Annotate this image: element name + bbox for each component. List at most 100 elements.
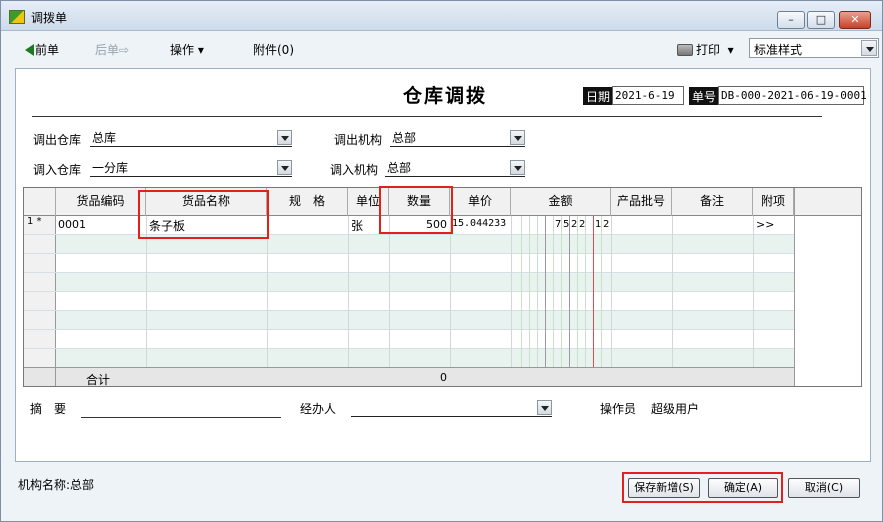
cancel-button[interactable]: 取消(C) xyxy=(788,478,860,498)
select-dropdown-button[interactable] xyxy=(861,40,877,56)
ok-button[interactable]: 确定(A) xyxy=(708,478,778,498)
attachments-button[interactable]: 附件(0) xyxy=(253,41,294,58)
chevron-down-icon xyxy=(281,166,289,171)
print-label: 打印 xyxy=(696,43,721,57)
in-org-combo[interactable]: 总部 xyxy=(385,159,525,177)
total-qty: 0 xyxy=(440,371,447,384)
arrow-right-icon: ⇨ xyxy=(119,43,130,57)
print-button[interactable]: 打印 ▾ xyxy=(677,41,734,58)
items-grid: 货品编码 货品名称 规 格 单位 数量 单价 金额 产品批号 备注 附项 1 * xyxy=(23,186,862,387)
form-title: 仓库调拨 xyxy=(403,85,488,107)
column-header-extra[interactable]: 附项 xyxy=(753,188,794,216)
table-row[interactable] xyxy=(24,273,794,292)
column-divider xyxy=(611,216,612,367)
out-org-value: 总部 xyxy=(392,131,417,145)
amount-digit-line xyxy=(553,216,554,386)
row-number xyxy=(24,292,56,310)
combo-dropdown-button[interactable] xyxy=(277,130,292,145)
handler-combo[interactable] xyxy=(351,399,552,417)
amount-digit-line xyxy=(529,216,530,386)
combo-dropdown-button[interactable] xyxy=(277,160,292,175)
column-header-code[interactable]: 货品编码 xyxy=(56,188,146,216)
combo-dropdown-button[interactable] xyxy=(537,400,552,415)
operations-menu[interactable]: 操作 ▾ xyxy=(170,41,204,58)
date-label: 日期 xyxy=(583,87,614,105)
cell-code[interactable]: 0001 xyxy=(58,218,86,231)
chevron-down-icon xyxy=(281,136,289,141)
print-style-value: 标准样式 xyxy=(754,43,803,57)
summary-label: 摘 要 xyxy=(30,402,67,416)
attachments-label: 附件(0) xyxy=(253,43,294,57)
next-label: 后单 xyxy=(95,43,120,57)
close-button[interactable]: ✕ xyxy=(839,11,871,29)
column-divider xyxy=(672,216,673,367)
print-style-select[interactable]: 标准样式 xyxy=(749,38,879,58)
column-header-amount[interactable]: 金额 xyxy=(511,188,611,216)
window-title: 调拨单 xyxy=(31,11,68,25)
highlight-box-qty xyxy=(379,186,453,234)
org-status-label: 机构名称:总部 xyxy=(18,478,95,492)
transfer-window: 调拨单 – □ ✕ 前单 后单⇨ 操作 ▾ 附件(0) 打印 ▾ 标准样式 仓库… xyxy=(0,0,883,522)
date-field[interactable]: 2021-6-19 xyxy=(612,86,684,105)
number-label: 单号 xyxy=(689,87,720,105)
cell-extra-link[interactable]: >> xyxy=(756,218,774,231)
row-number xyxy=(24,330,56,348)
summary-input[interactable] xyxy=(81,417,281,418)
operations-label: 操作 xyxy=(170,43,195,57)
column-divider xyxy=(348,216,349,367)
amount-digit-line xyxy=(561,216,562,386)
printer-icon xyxy=(677,44,693,56)
column-header-spec[interactable]: 规 格 xyxy=(267,188,348,216)
cell-unit[interactable]: 张 xyxy=(351,217,363,234)
row-number xyxy=(24,368,56,386)
table-row[interactable] xyxy=(24,311,794,330)
title-divider xyxy=(32,116,822,117)
column-header-batch[interactable]: 产品批号 xyxy=(611,188,672,216)
print-dropdown-icon[interactable]: ▾ xyxy=(728,43,734,57)
out-warehouse-label: 调出仓库 xyxy=(33,133,82,147)
minimize-button[interactable]: – xyxy=(777,11,805,29)
column-divider xyxy=(753,216,754,367)
amount-digit: 5 xyxy=(563,219,570,230)
row-number xyxy=(24,235,56,253)
row-number xyxy=(24,254,56,272)
table-row[interactable] xyxy=(24,254,794,273)
row-number xyxy=(24,349,56,367)
amount-digit: 2 xyxy=(579,219,586,230)
handler-label: 经办人 xyxy=(300,402,337,416)
amount-digit: 2 xyxy=(603,219,610,230)
out-org-combo[interactable]: 总部 xyxy=(390,129,525,147)
row-number-header xyxy=(24,188,56,216)
combo-dropdown-button[interactable] xyxy=(510,160,525,175)
maximize-button[interactable]: □ xyxy=(807,11,835,29)
in-org-label: 调入机构 xyxy=(330,163,379,177)
table-row[interactable] xyxy=(24,292,794,311)
amount-digit-line xyxy=(545,216,546,386)
row-number: 1 * xyxy=(24,216,56,234)
form-panel: 仓库调拨 日期 2021-6-19 单号 DB-000-2021-06-19-0… xyxy=(15,68,871,462)
dropdown-caret-icon: ▾ xyxy=(197,43,204,57)
save-new-button[interactable]: 保存新增(S) xyxy=(628,478,700,498)
total-label: 合计 xyxy=(86,373,111,387)
row-number xyxy=(24,311,56,329)
table-row[interactable] xyxy=(24,349,794,368)
chevron-down-icon xyxy=(866,47,874,52)
prev-record-button[interactable]: 前单 xyxy=(25,41,59,58)
amount-digit: 2 xyxy=(571,219,578,230)
row-number xyxy=(24,273,56,291)
combo-dropdown-button[interactable] xyxy=(510,130,525,145)
number-field[interactable]: DB-000-2021-06-19-0001 xyxy=(718,86,867,105)
table-row[interactable] xyxy=(24,330,794,349)
column-header-note[interactable]: 备注 xyxy=(672,188,753,216)
operator-label: 操作员 xyxy=(600,402,637,416)
prev-label: 前单 xyxy=(35,43,60,57)
in-warehouse-combo[interactable]: 一分库 xyxy=(90,159,292,177)
title-bar: 调拨单 – □ ✕ xyxy=(1,1,882,31)
toolbar: 前单 后单⇨ 操作 ▾ 附件(0) 打印 ▾ 标准样式 xyxy=(13,35,879,63)
out-warehouse-combo[interactable]: 总库 xyxy=(90,129,292,147)
in-warehouse-value: 一分库 xyxy=(92,161,129,175)
cell-price[interactable]: 15.044233 xyxy=(452,218,506,229)
column-header-price[interactable]: 单价 xyxy=(450,188,511,216)
next-record-button[interactable]: 后单⇨ xyxy=(95,41,129,58)
amount-digit-line xyxy=(585,216,586,386)
